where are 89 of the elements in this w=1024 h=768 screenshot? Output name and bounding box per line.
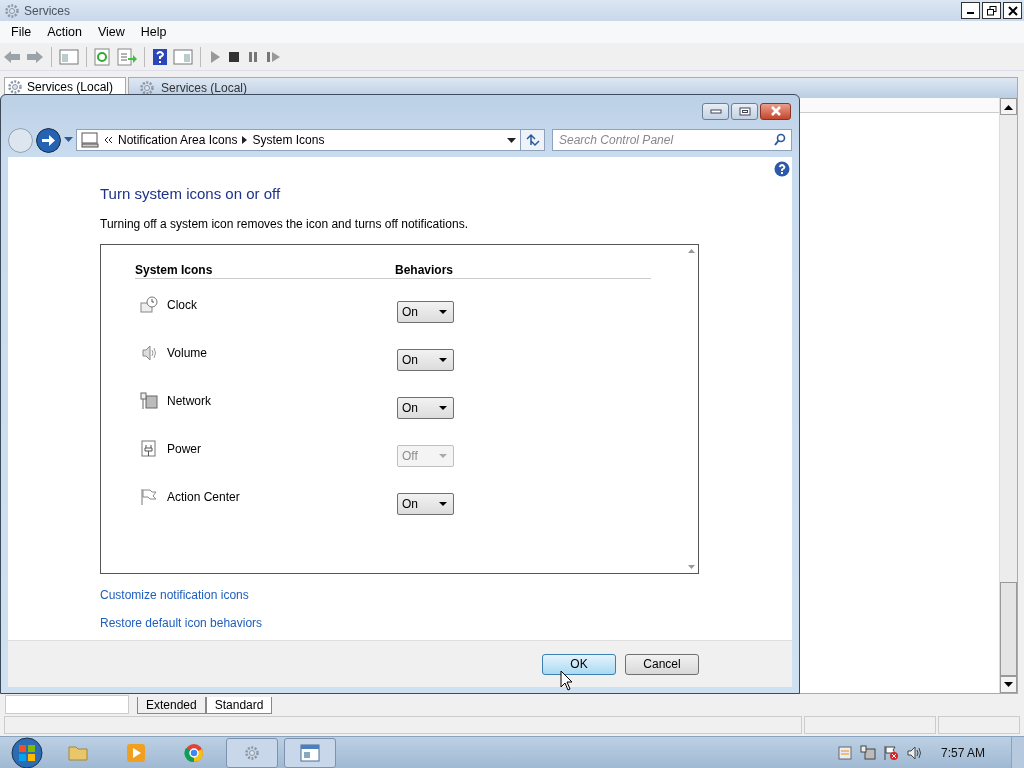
clock-text[interactable]: 7:57 AM (940, 746, 985, 760)
window-title: Services (24, 3, 71, 18)
behavior-dropdown[interactable]: On (397, 301, 454, 323)
caret-icon (439, 406, 447, 410)
search-field[interactable]: Search Control Panel (552, 129, 792, 151)
help-icon[interactable] (774, 161, 790, 177)
search-icon (774, 133, 786, 146)
taskbar-app[interactable] (284, 738, 336, 768)
flag-icon (140, 488, 158, 506)
icon-label: Network (167, 394, 211, 408)
caret-icon (439, 454, 447, 458)
plug-icon (140, 440, 158, 458)
gear-icon (7, 79, 23, 95)
scrollbar-thumb[interactable] (1000, 582, 1017, 676)
dialog-button[interactable]: OK (542, 653, 616, 675)
menu-item[interactable]: File (3, 25, 40, 39)
chevron-icon (242, 136, 248, 144)
tab[interactable]: Standard (205, 697, 273, 714)
restore-button[interactable] (982, 2, 1001, 19)
play-icon[interactable] (208, 48, 222, 65)
start-button[interactable] (8, 737, 46, 768)
forward-arrow-icon[interactable] (26, 48, 44, 65)
page-heading: Turn system icons on or off (100, 185, 282, 202)
window-icon (300, 744, 320, 762)
icon-label: Power (167, 442, 201, 456)
export-list-icon[interactable] (117, 47, 137, 66)
caret-icon[interactable] (506, 137, 516, 143)
scroll-up-icon[interactable] (1004, 103, 1013, 110)
taskbar-app[interactable] (226, 738, 278, 768)
speaker-icon[interactable] (905, 745, 922, 761)
close-button[interactable] (1003, 2, 1022, 19)
back-arrow-icon[interactable] (3, 48, 21, 65)
maximize-icon (738, 106, 751, 116)
clock-icon (140, 296, 158, 314)
network-icon[interactable] (859, 745, 876, 761)
minimize-button[interactable] (961, 2, 980, 19)
close-icon (769, 106, 782, 116)
tray-icon[interactable] (836, 745, 853, 761)
maximize-button[interactable] (731, 102, 758, 120)
forward-button[interactable] (36, 127, 61, 153)
refresh-icon (524, 133, 541, 147)
caret-icon (439, 310, 447, 314)
tab[interactable]: Extended (137, 697, 206, 714)
scrollbar[interactable] (999, 98, 1017, 693)
menu-item[interactable]: Action (39, 25, 90, 39)
close-button[interactable] (760, 102, 791, 120)
menu-item[interactable]: Help (132, 25, 175, 39)
behavior-dropdown[interactable]: On (397, 349, 454, 371)
column-header: System Icons (135, 263, 214, 277)
restore-icon (986, 5, 997, 16)
flag-icon[interactable] (882, 745, 899, 761)
refresh-icon[interactable] (94, 47, 112, 66)
icon-label: Action Center (167, 490, 240, 504)
icon-label: Volume (167, 346, 208, 360)
pane-header: Services (Local) (161, 81, 248, 95)
caret-icon (439, 358, 447, 362)
input-field[interactable] (5, 695, 129, 714)
link[interactable]: Restore default icon behaviors (100, 616, 263, 630)
menu-item[interactable]: View (89, 25, 133, 39)
caret-icon (439, 502, 447, 506)
gear-icon (4, 2, 20, 19)
help-book-icon[interactable] (152, 47, 168, 66)
link[interactable]: Customize notification icons (100, 588, 249, 602)
breadcrumb-item[interactable]: System Icons (252, 133, 325, 147)
scroll-down-icon[interactable] (1004, 681, 1013, 688)
dialog-button[interactable]: Cancel (625, 653, 699, 675)
browser-icon (184, 743, 204, 763)
pane-icon[interactable] (59, 47, 79, 66)
minimize-icon (709, 108, 722, 114)
computer-icon (81, 132, 99, 148)
column-header: Behaviors (395, 263, 454, 277)
media-player-icon (126, 743, 146, 763)
close-icon (1007, 5, 1018, 16)
breadcrumb-item[interactable]: Notification Area Icons (118, 133, 238, 147)
speaker-icon (140, 344, 158, 362)
network-icon (140, 392, 158, 410)
folder-icon (68, 744, 88, 762)
gear-icon (139, 80, 155, 96)
icon-label: Clock (167, 298, 197, 312)
description-text: Turning off a system icon removes the icon and turns off notifications. (100, 217, 469, 231)
refresh-button[interactable] (520, 129, 545, 151)
behavior-dropdown[interactable]: On (397, 493, 454, 515)
tree-item[interactable]: Services (Local) (4, 77, 126, 97)
pane-icon[interactable] (173, 47, 193, 66)
gear-icon (244, 745, 260, 761)
cursor-icon (560, 670, 573, 691)
double-chevron-icon (104, 136, 113, 144)
behavior-dropdown[interactable]: On (397, 397, 454, 419)
address-bar[interactable]: Notification Area Icons System Icons (76, 129, 521, 151)
